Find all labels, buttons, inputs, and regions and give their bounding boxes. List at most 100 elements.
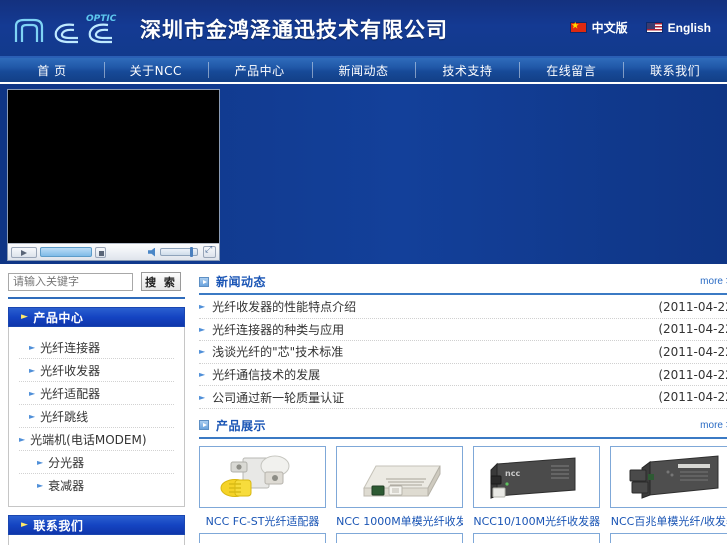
bullet-icon: ► <box>19 434 26 444</box>
news-title: 光纤收发器的性能特点介绍 <box>212 300 357 315</box>
product-next-row-stub <box>336 532 464 543</box>
nav-item-support[interactable]: 技术支持 <box>415 58 519 82</box>
banner-area <box>0 84 727 264</box>
left-sidebar: 搜 索 ► 产品中心 ► 光纤连接器 ► 光纤收发器 <box>0 264 195 545</box>
product-image-box <box>610 445 727 508</box>
products-panel-header[interactable]: ► 产品中心 <box>8 307 185 327</box>
sidebar-item-label: 光纤跳线 <box>40 409 89 424</box>
news-date: (2011-04-22) <box>658 367 727 382</box>
content-area: 搜 索 ► 产品中心 ► 光纤连接器 ► 光纤收发器 <box>0 264 727 545</box>
news-row[interactable]: ► 光纤连接器的种类与应用 (2011-04-22) <box>199 319 727 342</box>
sidebar-item-patchcords[interactable]: ► 光纤跳线 <box>19 405 174 428</box>
sidebar-item-label: 光端机(电话MODEM) <box>30 432 147 447</box>
ncc-logo-icon: OPTIC <box>14 14 117 44</box>
speaker-icon <box>148 247 155 257</box>
products-panel: ► 产品中心 ► 光纤连接器 ► 光纤收发器 ► 光纤适配器 ► 光纤跳线 ► … <box>8 307 185 507</box>
product-next-row-stub <box>610 532 727 543</box>
play-button[interactable] <box>11 246 37 258</box>
news-row[interactable]: ► 光纤收发器的性能特点介绍 (2011-04-22) <box>199 296 727 319</box>
news-row[interactable]: ► 光纤通信技术的发展 (2011-04-22) <box>199 364 727 387</box>
product-card[interactable]: NCC FC-ST光纤适配器 <box>199 445 327 543</box>
media-converter-dual-photo <box>619 447 727 506</box>
product-image-box <box>199 445 327 508</box>
company-name: 深圳市金鸿泽通迅技术有限公司 <box>140 18 448 42</box>
search-button[interactable]: 搜 索 <box>141 272 181 291</box>
product-image-box: ncc <box>473 445 601 508</box>
fullscreen-button[interactable] <box>203 244 216 258</box>
sidebar-item-optical-modem[interactable]: ► 光端机(电话MODEM) <box>19 428 174 451</box>
nav-item-message[interactable]: 在线留言 <box>519 58 623 82</box>
news-row[interactable]: ► 公司通过新一轮质量认证 (2011-04-22) <box>199 386 727 409</box>
volume-slider[interactable] <box>148 247 198 257</box>
sidebar-item-transceivers[interactable]: ► 光纤收发器 <box>19 359 174 382</box>
news-date: (2011-04-22) <box>658 299 727 314</box>
search-input[interactable] <box>8 272 133 291</box>
bullet-icon: ► <box>199 347 206 357</box>
nav-item-contact[interactable]: 联系我们 <box>623 58 727 82</box>
player-controls <box>8 243 219 260</box>
contact-panel-title: 联系我们 <box>33 518 84 533</box>
sidebar-item-splitter[interactable]: ► 分光器 <box>19 451 174 474</box>
news-divider <box>199 293 727 295</box>
svg-text:ncc: ncc <box>505 469 520 478</box>
chevron-right-icon: ► <box>21 312 29 322</box>
sidebar-item-label: 分光器 <box>48 455 85 470</box>
product-caption: NCC 1000M单模光纤收发器 <box>336 514 464 528</box>
media-player[interactable] <box>7 89 220 261</box>
nav-item-home[interactable]: 首 页 <box>0 58 104 82</box>
stop-button[interactable] <box>95 246 106 258</box>
product-image-box <box>336 445 464 508</box>
news-date: (2011-04-22) <box>658 390 727 405</box>
nav-item-news[interactable]: 新闻动态 <box>311 58 416 82</box>
bullet-icon: ► <box>199 370 206 380</box>
sidebar-item-label: 光纤连接器 <box>40 340 101 355</box>
media-converter-black-photo: ncc <box>482 447 591 506</box>
nav-item-products[interactable]: 产品中心 <box>207 58 312 82</box>
products-panel-body: ► 光纤连接器 ► 光纤收发器 ► 光纤适配器 ► 光纤跳线 ► 光端机(电话M… <box>8 327 185 507</box>
bullet-icon: ► <box>29 388 36 398</box>
ncc-logo[interactable]: OPTIC <box>12 8 124 50</box>
news-title: 光纤连接器的种类与应用 <box>212 322 345 337</box>
sidebar-item-connectors[interactable]: ► 光纤连接器 <box>19 336 174 359</box>
bullet-icon: ► <box>29 411 36 421</box>
contact-panel-body <box>8 535 185 545</box>
section-marker-icon <box>199 420 209 431</box>
product-caption: NCC10/100M光纤收发器 <box>473 514 601 528</box>
bullet-icon: ► <box>199 392 206 402</box>
products-section-title: 产品展示 <box>216 418 267 433</box>
lang-chinese-label: 中文版 <box>591 21 628 35</box>
svg-text:OPTIC: OPTIC <box>86 14 117 24</box>
chevron-right-icon: ► <box>21 520 29 530</box>
news-section-header: 新闻动态 more >> <box>199 273 727 290</box>
product-caption: NCC百兆单模光纤/收发器 <box>610 514 727 528</box>
product-card[interactable]: NCC 1000M单模光纤收发器 <box>336 445 464 543</box>
nav-item-about[interactable]: 关于NCC <box>103 58 208 82</box>
bullet-icon: ► <box>37 481 44 490</box>
products-more-link[interactable]: more >> <box>700 420 727 431</box>
lang-chinese[interactable]: 中文版 <box>569 19 628 36</box>
lang-english[interactable]: English <box>645 21 711 35</box>
language-switcher: 中文版 English <box>569 19 711 36</box>
news-more-link[interactable]: more >> <box>700 276 727 287</box>
player-video-screen[interactable] <box>8 90 219 243</box>
product-next-row-stub <box>199 532 327 543</box>
news-row[interactable]: ► 浅谈光纤的"芯"技术标准 (2011-04-22) <box>199 341 727 364</box>
sidebar-item-label: 光纤收发器 <box>40 363 101 378</box>
cn-flag-icon <box>569 20 587 33</box>
product-next-row-stub <box>473 532 601 543</box>
search-bar: 搜 索 <box>8 272 185 291</box>
product-card[interactable]: NCC百兆单模光纤/收发器 <box>610 445 727 543</box>
product-card[interactable]: ncc NCC10/100M光纤收发器 <box>473 445 601 543</box>
progress-bar[interactable] <box>40 247 92 257</box>
contact-panel: ► 联系我们 <box>8 515 185 545</box>
news-date: (2011-04-22) <box>658 322 727 337</box>
sidebar-item-attenuator[interactable]: ► 衰减器 <box>19 474 174 497</box>
bullet-icon: ► <box>199 302 206 312</box>
news-list: ► 光纤收发器的性能特点介绍 (2011-04-22) ► 光纤连接器的种类与应… <box>199 296 727 409</box>
volume-track[interactable] <box>160 247 198 257</box>
bullet-icon: ► <box>199 324 206 334</box>
fiber-adapter-photo <box>208 447 317 506</box>
sidebar-item-adapters[interactable]: ► 光纤适配器 <box>19 382 174 405</box>
contact-panel-header[interactable]: ► 联系我们 <box>8 515 185 535</box>
bullet-icon: ► <box>29 365 36 375</box>
